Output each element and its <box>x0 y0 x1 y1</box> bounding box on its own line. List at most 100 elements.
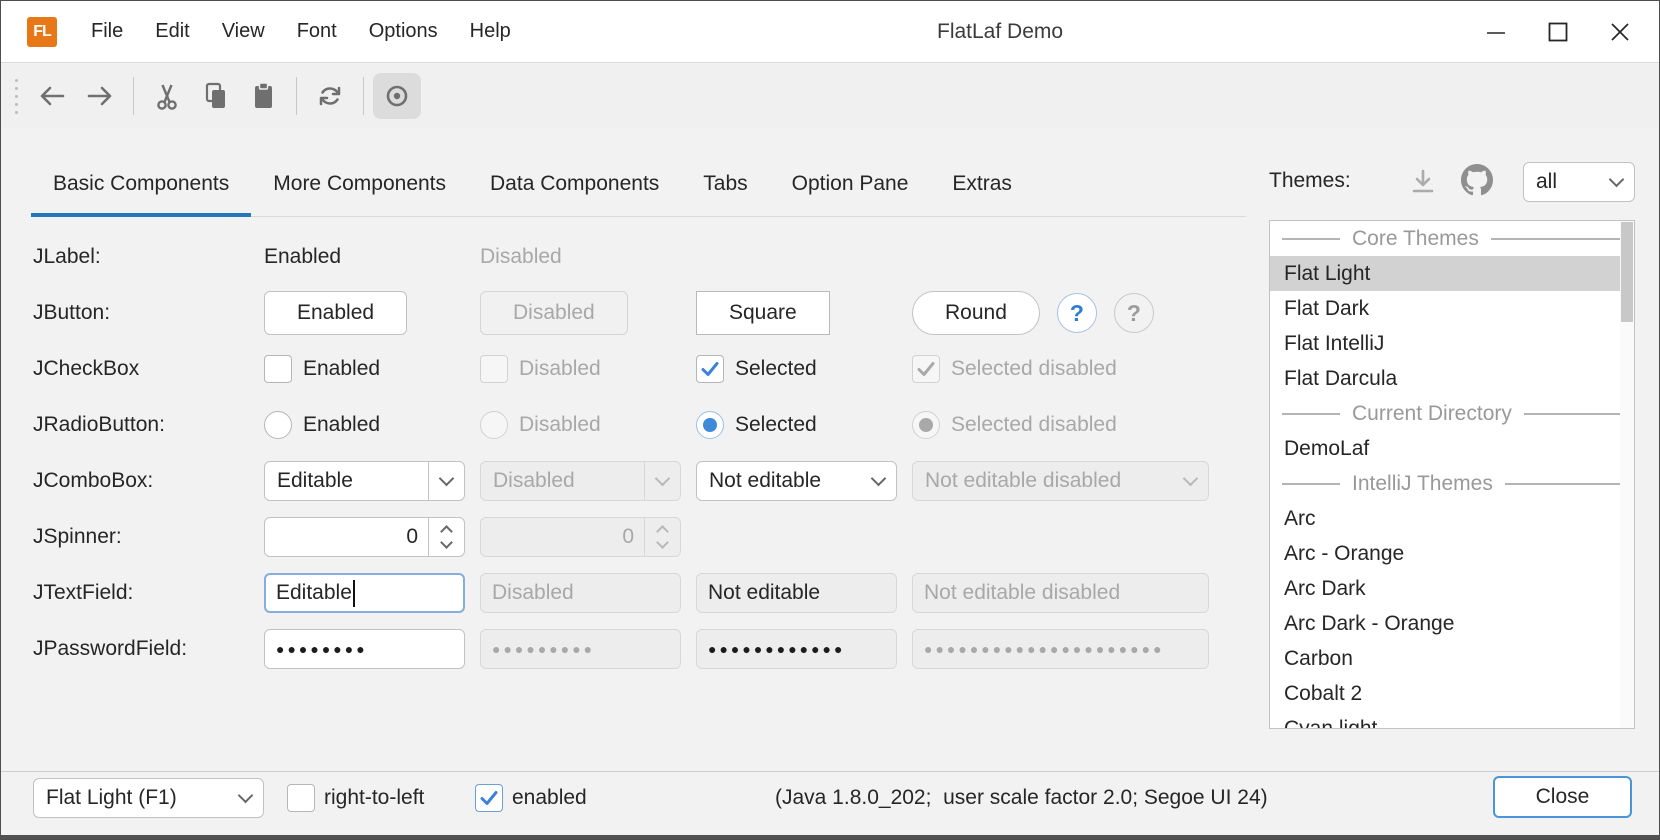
basic-components-panel: JLabel: Enabled Disabled JButton: Enable… <box>33 229 1209 677</box>
copy-button[interactable] <box>191 73 239 119</box>
tab-more-components[interactable]: More Components <box>251 151 468 216</box>
square-button[interactable]: Square <box>696 291 830 335</box>
checkbox-selected[interactable]: Selected <box>696 355 897 383</box>
toolbar <box>1 64 1659 128</box>
menu-file[interactable]: File <box>75 1 139 62</box>
combobox-editable[interactable]: Editable <box>264 461 465 501</box>
text-caret <box>353 580 355 607</box>
menu-font[interactable]: Font <box>281 1 353 62</box>
chevron-down-icon[interactable] <box>440 536 453 549</box>
eye-icon <box>381 81 413 111</box>
laf-combobox-value: Flat Light (F1) <box>46 786 177 810</box>
tab-option-pane[interactable]: Option Pane <box>770 151 931 216</box>
textfield-editable[interactable]: Editable <box>264 573 465 613</box>
back-button[interactable] <box>28 73 76 119</box>
github-button[interactable] <box>1459 162 1495 198</box>
theme-list-scrollbar[interactable] <box>1620 221 1634 728</box>
spinner-enabled[interactable]: 0 <box>264 517 465 557</box>
theme-item-demolaf[interactable]: DemoLaf <box>1270 431 1634 466</box>
maximize-button[interactable] <box>1527 1 1589 63</box>
jlabel-disabled: Disabled <box>480 245 681 269</box>
right-to-left-checkbox[interactable]: right-to-left <box>287 778 424 818</box>
checkbox-label: Selected disabled <box>951 357 1117 381</box>
theme-list[interactable]: Core Themes Flat Light Flat Dark Flat In… <box>1269 220 1635 729</box>
checkbox-label: right-to-left <box>324 786 424 810</box>
forward-button[interactable] <box>76 73 124 119</box>
jbutton-row-label: JButton: <box>33 301 249 325</box>
refresh-icon <box>314 81 346 111</box>
close-window-button[interactable] <box>1589 1 1651 63</box>
spinner-buttons[interactable] <box>428 518 464 556</box>
theme-item-flat-light[interactable]: Flat Light <box>1270 256 1634 291</box>
theme-filter-combobox[interactable]: all <box>1523 162 1635 202</box>
combobox-value: Disabled <box>493 469 575 493</box>
chevron-down-icon[interactable] <box>860 462 896 500</box>
theme-item-flat-dark[interactable]: Flat Dark <box>1270 291 1634 326</box>
jlabel-row-label: JLabel: <box>33 245 249 269</box>
combobox-value: Not editable <box>709 469 821 493</box>
scissors-icon <box>151 81 183 111</box>
theme-item-cobalt-2[interactable]: Cobalt 2 <box>1270 676 1634 711</box>
radio-label: Selected <box>735 413 817 437</box>
jspinner-row-label: JSpinner: <box>33 525 249 549</box>
combobox-value: Editable <box>277 469 353 493</box>
textfield-not-editable[interactable]: Not editable <box>696 573 897 613</box>
help-button[interactable]: ? <box>1057 293 1097 333</box>
theme-item-flat-intellij[interactable]: Flat IntelliJ <box>1270 326 1634 361</box>
toolbar-grip[interactable] <box>15 79 18 114</box>
passwordfield-not-editable[interactable]: ●●●●●●●●●●●● <box>696 629 897 669</box>
menu-edit[interactable]: Edit <box>139 1 205 62</box>
disabled-button: Disabled <box>480 291 628 335</box>
download-themes-button[interactable] <box>1405 164 1441 200</box>
checkbox-icon <box>287 784 315 812</box>
round-button[interactable]: Round <box>912 291 1040 335</box>
app-window: FL File Edit View Font Options Help Flat… <box>0 0 1660 840</box>
theme-item-flat-darcula[interactable]: Flat Darcula <box>1270 361 1634 396</box>
password-dots: ●●●●●●●●●●●●●●●●●●●●● <box>924 641 1165 657</box>
combobox-not-editable-disabled: Not editable disabled <box>912 461 1209 501</box>
radio-icon <box>480 411 508 439</box>
theme-item-carbon[interactable]: Carbon <box>1270 641 1634 676</box>
enabled-checkbox[interactable]: enabled <box>475 778 587 818</box>
radio-selected[interactable]: Selected <box>696 411 897 439</box>
menu-help[interactable]: Help <box>454 1 527 62</box>
minimize-button[interactable] <box>1465 1 1527 63</box>
scrollbar-thumb[interactable] <box>1621 222 1633 322</box>
checkbox-label: enabled <box>512 786 587 810</box>
theme-item-arc-orange[interactable]: Arc - Orange <box>1270 536 1634 571</box>
clipboard-icon <box>247 81 279 111</box>
radio-enabled[interactable]: Enabled <box>264 411 465 439</box>
enabled-button[interactable]: Enabled <box>264 291 407 335</box>
theme-item-arc-dark-orange[interactable]: Arc Dark - Orange <box>1270 606 1634 641</box>
theme-item-arc-dark[interactable]: Arc Dark <box>1270 571 1634 606</box>
combobox-not-editable[interactable]: Not editable <box>696 461 897 501</box>
cut-button[interactable] <box>143 73 191 119</box>
paste-button[interactable] <box>239 73 287 119</box>
eye-toggle-button[interactable] <box>373 73 421 119</box>
window-title: FlatLaf Demo <box>937 1 1063 63</box>
tab-basic-components[interactable]: Basic Components <box>31 151 251 216</box>
passwordfield-enabled[interactable]: ●●●●●●●● <box>264 629 465 669</box>
tab-tabs[interactable]: Tabs <box>681 151 769 216</box>
laf-combobox[interactable]: Flat Light (F1) <box>33 778 264 818</box>
theme-item-arc[interactable]: Arc <box>1270 501 1634 536</box>
themes-label: Themes: <box>1269 169 1351 193</box>
forward-arrow-icon <box>84 81 116 111</box>
tab-data-components[interactable]: Data Components <box>468 151 681 216</box>
checkbox-label: Enabled <box>303 357 380 381</box>
checkbox-enabled[interactable]: Enabled <box>264 355 465 383</box>
titlebar: FL File Edit View Font Options Help Flat… <box>1 1 1659 63</box>
chevron-down-icon[interactable] <box>428 462 464 500</box>
close-button[interactable]: Close <box>1493 776 1632 818</box>
toolbar-separator <box>363 77 364 115</box>
window-bottom-edge <box>1 835 1659 840</box>
refresh-button[interactable] <box>306 73 354 119</box>
menu-view[interactable]: View <box>206 1 281 62</box>
spinner-value[interactable]: 0 <box>265 525 428 549</box>
copy-icon <box>199 81 231 111</box>
toolbar-separator <box>133 77 134 115</box>
tab-extras[interactable]: Extras <box>930 151 1034 216</box>
theme-item-cyan-light[interactable]: Cyan light <box>1270 711 1634 729</box>
menu-options[interactable]: Options <box>353 1 454 62</box>
checkbox-checked-icon <box>475 784 503 812</box>
